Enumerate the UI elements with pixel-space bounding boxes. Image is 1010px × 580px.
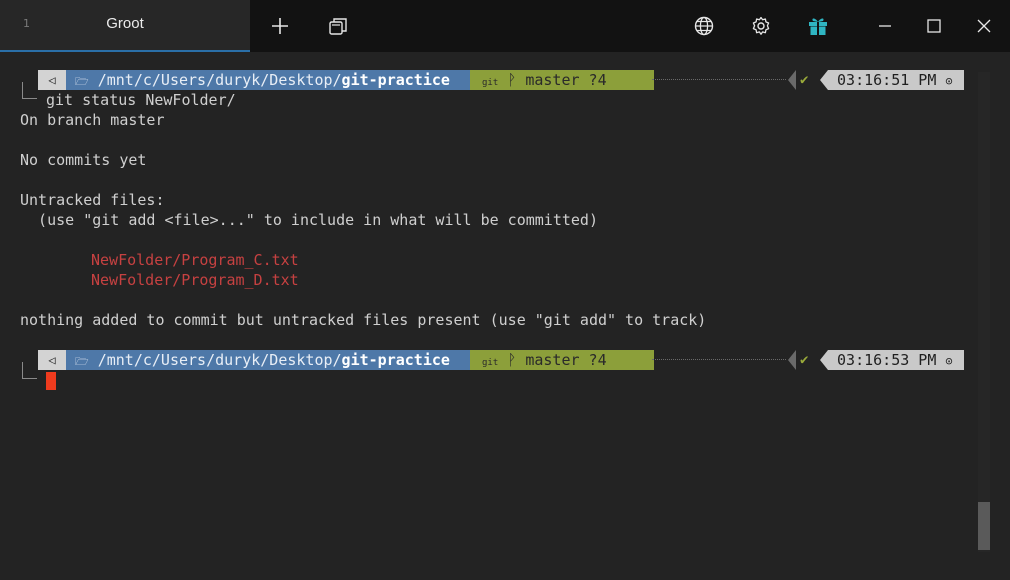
check-icon: ✔ bbox=[800, 72, 809, 88]
path-prefix: /mnt/c/Users/duryk/Desktop/ bbox=[97, 351, 342, 369]
prompt-line: ◁ 🗁 /mnt/c/Users/duryk/Desktop/git-pract… bbox=[38, 70, 968, 90]
folder-icon: 🗁 bbox=[75, 355, 89, 368]
prompt-filler bbox=[652, 79, 786, 80]
globe-button[interactable] bbox=[681, 0, 727, 52]
branch-icon: ᚹ bbox=[507, 71, 517, 89]
minimize-icon bbox=[879, 25, 891, 27]
minimize-button[interactable] bbox=[862, 0, 908, 52]
os-segment: ◁ bbox=[38, 350, 66, 370]
time-segment: 03:16:51 PM ⊙ bbox=[828, 70, 964, 90]
time-segment: 03:16:53 PM ⊙ bbox=[828, 350, 964, 370]
scrollbar-track[interactable] bbox=[978, 72, 990, 552]
git-segment: git ᚹ master ?4 bbox=[470, 350, 654, 370]
close-button[interactable] bbox=[961, 0, 1007, 52]
segment-separator bbox=[788, 350, 796, 370]
prompt-connector bbox=[22, 82, 37, 99]
os-icon: ◁ bbox=[48, 353, 56, 367]
prompt-line: ◁ 🗁 /mnt/c/Users/duryk/Desktop/git-pract… bbox=[38, 350, 968, 370]
maximize-button[interactable] bbox=[911, 0, 957, 52]
git-segment: git ᚹ master ?4 bbox=[470, 70, 654, 90]
command-text: git status NewFolder/ bbox=[46, 91, 236, 109]
segment-separator bbox=[788, 70, 796, 90]
os-icon: ◁ bbox=[48, 73, 56, 87]
path-prefix: /mnt/c/Users/duryk/Desktop/ bbox=[97, 71, 342, 89]
tab-title: Groot bbox=[106, 15, 144, 32]
segment-separator bbox=[642, 350, 650, 370]
plus-icon bbox=[272, 18, 288, 34]
maximize-icon bbox=[927, 19, 941, 33]
new-tab-button[interactable] bbox=[257, 0, 303, 52]
path-current: git-practice bbox=[341, 71, 450, 89]
segment-separator bbox=[820, 70, 828, 90]
path-segment: 🗁 /mnt/c/Users/duryk/Desktop/git-practic… bbox=[66, 350, 470, 370]
output-line: Untracked files: bbox=[20, 191, 165, 209]
text-cursor bbox=[46, 372, 56, 390]
output-line: No commits yet bbox=[20, 151, 147, 169]
prompt-time: 03:16:53 PM bbox=[837, 351, 937, 369]
gear-icon bbox=[752, 16, 770, 35]
folder-icon: 🗁 bbox=[75, 75, 89, 88]
title-bar: 1 Groot bbox=[0, 0, 1010, 52]
terminal-output[interactable]: ◁ 🗁 /mnt/c/Users/duryk/Desktop/git-pract… bbox=[0, 52, 1010, 580]
terminal-window: 1 Groot ◁ 🗁 /mnt/c/Users/duryk/Desktop/g… bbox=[0, 0, 1010, 580]
untracked-file: NewFolder/Program_C.txt bbox=[91, 251, 299, 269]
output-line: (use "git add <file>..." to include in w… bbox=[20, 211, 598, 229]
duplicate-window-button[interactable] bbox=[315, 0, 361, 52]
close-icon bbox=[977, 19, 991, 33]
git-label: git bbox=[482, 358, 499, 368]
duplicate-window-icon bbox=[329, 18, 347, 35]
scrollbar-thumb[interactable] bbox=[978, 502, 990, 550]
git-label: git bbox=[482, 78, 499, 88]
output-line: nothing added to commit but untracked fi… bbox=[20, 311, 707, 329]
tab-groot[interactable]: 1 Groot bbox=[0, 0, 250, 52]
gift-icon bbox=[809, 18, 827, 35]
segment-separator bbox=[642, 70, 650, 90]
output-line: On branch master bbox=[20, 111, 165, 129]
settings-button[interactable] bbox=[738, 0, 784, 52]
check-icon: ✔ bbox=[800, 352, 809, 368]
branch-icon: ᚹ bbox=[507, 351, 517, 369]
path-current: git-practice bbox=[341, 351, 450, 369]
os-segment: ◁ bbox=[38, 70, 66, 90]
globe-icon bbox=[694, 16, 714, 36]
prompt-filler bbox=[652, 359, 786, 360]
prompt-connector bbox=[22, 362, 37, 379]
gift-button[interactable] bbox=[795, 0, 841, 52]
untracked-file: NewFolder/Program_D.txt bbox=[91, 271, 299, 289]
prompt-time: 03:16:51 PM bbox=[837, 71, 937, 89]
clock-icon: ⊙ bbox=[945, 354, 953, 368]
branch-name: master ?4 bbox=[525, 71, 607, 89]
branch-name: master ?4 bbox=[525, 351, 607, 369]
path-segment: 🗁 /mnt/c/Users/duryk/Desktop/git-practic… bbox=[66, 70, 470, 90]
segment-separator bbox=[820, 350, 828, 370]
clock-icon: ⊙ bbox=[945, 74, 953, 88]
